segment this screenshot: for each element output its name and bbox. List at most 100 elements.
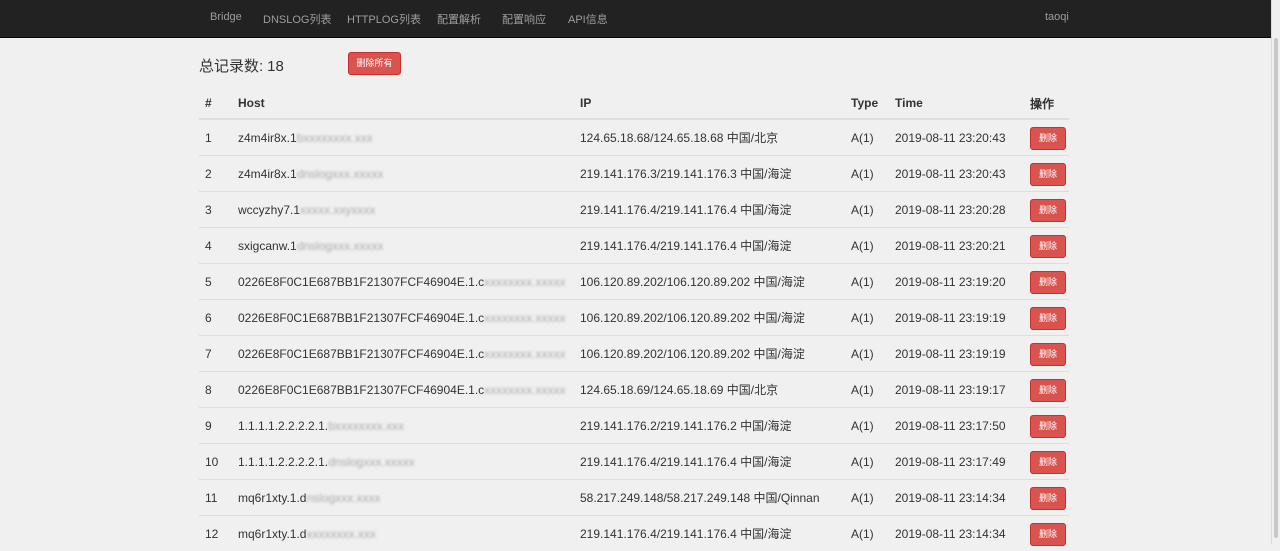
- row-number: 2: [199, 156, 232, 192]
- nav-config-response[interactable]: 配置响应: [502, 11, 546, 27]
- row-ip: 124.65.18.69/124.65.18.69 中国/北京: [574, 372, 845, 408]
- total-records: 总记录数:18: [199, 55, 284, 76]
- host-redacted-text: dnslogxxx.xxxxx: [297, 239, 384, 253]
- host-visible-text: sxigcanw.1: [238, 239, 297, 253]
- delete-row-button[interactable]: 删除: [1030, 163, 1066, 186]
- row-type: A(1): [845, 156, 889, 192]
- host-redacted-text: xxxxxxxx.xxxxx: [484, 275, 565, 289]
- delete-row-button[interactable]: 删除: [1030, 415, 1066, 438]
- row-ip: 124.65.18.68/124.65.18.68 中国/北京: [574, 119, 845, 156]
- row-host: wccyzhy7.1xxxxx.xxyxxxx: [232, 192, 574, 228]
- row-number: 10: [199, 444, 232, 480]
- nav-api-info[interactable]: API信息: [568, 11, 608, 27]
- host-visible-text: z4m4ir8x.1: [238, 131, 297, 145]
- host-redacted-text: xxxxxxxx.xxxxx: [484, 383, 565, 397]
- vertical-scrollbar[interactable]: [1271, 0, 1280, 544]
- row-type: A(1): [845, 192, 889, 228]
- total-records-label: 总记录数:: [199, 58, 263, 75]
- row-type: A(1): [845, 336, 889, 372]
- header-number: #: [199, 88, 232, 119]
- host-visible-text: 0226E8F0C1E687BB1F21307FCF46904E.1.c: [238, 311, 484, 325]
- row-type: A(1): [845, 444, 889, 480]
- nav-bridge[interactable]: Bridge: [210, 11, 242, 23]
- row-time: 2019-08-11 23:19:20: [889, 264, 1024, 300]
- row-time: 2019-08-11 23:19:19: [889, 336, 1024, 372]
- delete-row-button[interactable]: 删除: [1030, 307, 1066, 330]
- table-header-row: # Host IP Type Time 操作: [199, 88, 1069, 119]
- row-type: A(1): [845, 264, 889, 300]
- table-row: 3wccyzhy7.1xxxxx.xxyxxxx219.141.176.4/21…: [199, 192, 1069, 228]
- row-type: A(1): [845, 119, 889, 156]
- table-row: 70226E8F0C1E687BB1F21307FCF46904E.1.cxxx…: [199, 336, 1069, 372]
- delete-row-button[interactable]: 删除: [1030, 379, 1066, 402]
- row-number: 11: [199, 480, 232, 516]
- nav-httplog-list[interactable]: HTTPLOG列表: [347, 11, 421, 27]
- row-type: A(1): [845, 300, 889, 336]
- row-action: 删除: [1024, 192, 1069, 228]
- user-name[interactable]: taoqi: [1045, 11, 1069, 23]
- header-type: Type: [845, 88, 889, 119]
- row-host: mq6r1xty.1.dxxxxxxxx.xxx: [232, 516, 574, 551]
- host-visible-text: 0226E8F0C1E687BB1F21307FCF46904E.1.c: [238, 275, 484, 289]
- header-ip: IP: [574, 88, 845, 119]
- table-row: 80226E8F0C1E687BB1F21307FCF46904E.1.cxxx…: [199, 372, 1069, 408]
- delete-row-button[interactable]: 删除: [1030, 343, 1066, 366]
- row-type: A(1): [845, 516, 889, 551]
- row-action: 删除: [1024, 336, 1069, 372]
- row-ip: 58.217.249.148/58.217.249.148 中国/Qinnan: [574, 480, 845, 516]
- host-visible-text: wccyzhy7.1: [238, 203, 300, 217]
- row-number: 1: [199, 119, 232, 156]
- total-records-count: 18: [267, 58, 284, 75]
- row-time: 2019-08-11 23:17:49: [889, 444, 1024, 480]
- host-visible-text: mq6r1xty.1.d: [238, 527, 306, 541]
- nav-config-resolve[interactable]: 配置解析: [437, 11, 481, 27]
- host-visible-text: z4m4ir8x.1: [238, 167, 297, 181]
- host-redacted-text: dnslogxxx.xxxxx: [297, 167, 384, 181]
- row-action: 删除: [1024, 444, 1069, 480]
- host-redacted-text: xxxxxxxx.xxx: [306, 527, 375, 541]
- delete-row-button[interactable]: 删除: [1030, 127, 1066, 150]
- table-row: 60226E8F0C1E687BB1F21307FCF46904E.1.cxxx…: [199, 300, 1069, 336]
- host-visible-text: 1.1.1.1.2.2.2.2.1.: [238, 419, 328, 433]
- host-redacted-text: dnslogxxx.xxxxx: [328, 455, 415, 469]
- row-action: 删除: [1024, 300, 1069, 336]
- row-ip: 219.141.176.4/219.141.176.4 中国/海淀: [574, 516, 845, 551]
- host-visible-text: 0226E8F0C1E687BB1F21307FCF46904E.1.c: [238, 347, 484, 361]
- row-number: 7: [199, 336, 232, 372]
- table-row: 2z4m4ir8x.1dnslogxxx.xxxxx219.141.176.3/…: [199, 156, 1069, 192]
- row-host: 0226E8F0C1E687BB1F21307FCF46904E.1.cxxxx…: [232, 264, 574, 300]
- table-row: 91.1.1.1.2.2.2.2.1.bxxxxxxxx.xxx219.141.…: [199, 408, 1069, 444]
- delete-row-button[interactable]: 删除: [1030, 235, 1066, 258]
- row-action: 删除: [1024, 264, 1069, 300]
- row-host: 1.1.1.1.2.2.2.2.1.bxxxxxxxx.xxx: [232, 408, 574, 444]
- row-ip: 219.141.176.4/219.141.176.4 中国/海淀: [574, 444, 845, 480]
- delete-row-button[interactable]: 删除: [1030, 523, 1066, 546]
- row-host: sxigcanw.1dnslogxxx.xxxxx: [232, 228, 574, 264]
- delete-row-button[interactable]: 删除: [1030, 487, 1066, 510]
- delete-all-button[interactable]: 删除所有: [348, 52, 401, 75]
- row-action: 删除: [1024, 408, 1069, 444]
- row-action: 删除: [1024, 372, 1069, 408]
- row-number: 6: [199, 300, 232, 336]
- row-host: z4m4ir8x.1bxxxxxxxx.xxx: [232, 119, 574, 156]
- host-visible-text: 1.1.1.1.2.2.2.2.1.: [238, 455, 328, 469]
- row-host: z4m4ir8x.1dnslogxxx.xxxxx: [232, 156, 574, 192]
- row-host: 0226E8F0C1E687BB1F21307FCF46904E.1.cxxxx…: [232, 300, 574, 336]
- row-number: 12: [199, 516, 232, 551]
- host-visible-text: mq6r1xty.1.d: [238, 491, 306, 505]
- row-ip: 106.120.89.202/106.120.89.202 中国/海淀: [574, 300, 845, 336]
- host-redacted-text: nslogxxx.xxxx: [306, 491, 380, 505]
- row-type: A(1): [845, 408, 889, 444]
- delete-row-button[interactable]: 删除: [1030, 199, 1066, 222]
- delete-row-button[interactable]: 删除: [1030, 451, 1066, 474]
- host-redacted-text: bxxxxxxxx.xxx: [297, 131, 373, 145]
- scrollbar-thumb[interactable]: [1274, 38, 1278, 538]
- nav-dnslog-list[interactable]: DNSLOG列表: [263, 11, 331, 27]
- row-time: 2019-08-11 23:20:21: [889, 228, 1024, 264]
- row-type: A(1): [845, 228, 889, 264]
- header-host: Host: [232, 88, 574, 119]
- row-action: 删除: [1024, 480, 1069, 516]
- host-redacted-text: xxxxxxxx.xxxxx: [484, 311, 565, 325]
- delete-row-button[interactable]: 删除: [1030, 271, 1066, 294]
- row-action: 删除: [1024, 516, 1069, 551]
